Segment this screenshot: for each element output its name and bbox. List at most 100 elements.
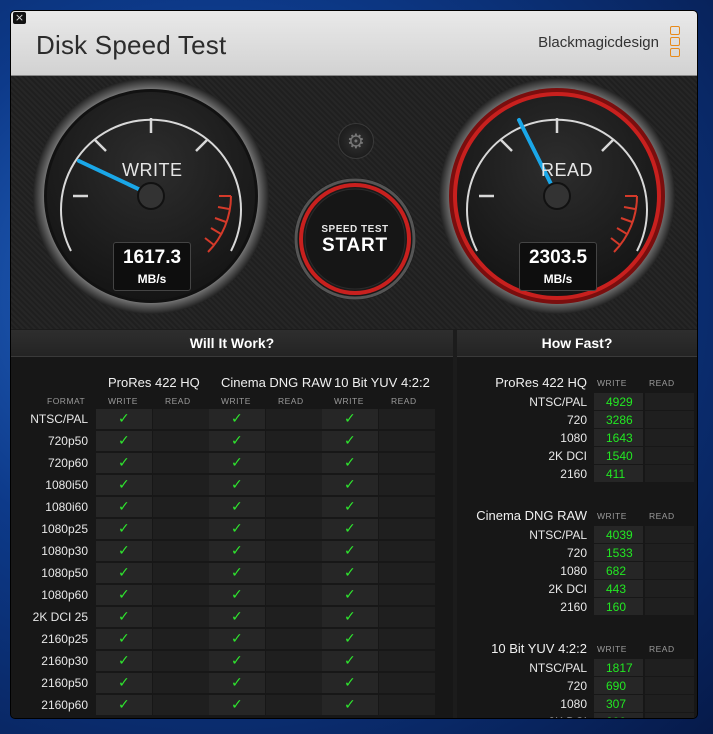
read-cell [379,497,435,517]
check-icon: ✓ [118,499,130,515]
read-cell [266,409,322,429]
format-label: 1080 [560,431,587,445]
check-icon: ✓ [231,521,243,537]
format-label: 1080p50 [41,566,88,580]
format-label: 1080 [560,564,587,578]
format-label: 2K DCI [457,715,587,718]
read-cell [645,411,694,428]
write-col-label: WRITE [221,396,251,406]
read-cell [153,453,209,473]
how-fast-title: How Fast? [457,330,697,357]
check-icon: ✓ [344,411,356,427]
check-icon: ✓ [344,543,356,559]
read-cell [645,393,694,410]
codec-header: Cinema DNG RAW [221,375,332,390]
check-icon: ✓ [118,455,130,471]
format-label: 720 [566,413,587,427]
write-speed-value: 411 [606,467,626,481]
check-icon: ✓ [231,455,243,471]
read-gauge-label: READ [541,160,594,180]
check-icon: ✓ [231,543,243,559]
format-label: NTSC/PAL [529,661,587,675]
gauge-area: WRITE 1617.3 MB/s ⚙ SPEED TEST START REA… [11,76,697,329]
check-icon: ✓ [344,609,356,625]
write-speed-value: 3286 [606,413,633,427]
check-icon: ✓ [118,609,130,625]
title-bar: × Disk Speed Test Blackmagicdesign [11,11,697,76]
close-icon[interactable]: × [13,12,26,24]
group-header: ProRes 422 HQ [495,375,587,390]
check-icon: ✓ [118,433,130,449]
check-icon: ✓ [344,499,356,515]
read-col-label: READ [391,396,417,406]
read-cell [379,673,435,693]
check-icon: ✓ [344,477,356,493]
write-col-label: WRITE [334,396,364,406]
write-col-label: WRITE [597,511,627,521]
app-window: × Disk Speed Test Blackmagicdesign WRITE… [11,11,697,718]
write-col-label: WRITE [108,396,138,406]
write-speed-unit: MB/s [137,272,167,286]
read-readout: 2303.5 MB/s [519,242,597,291]
format-label: 1080i50 [45,478,88,492]
write-speed-value: 443 [606,582,627,596]
read-cell [153,651,209,671]
check-icon: ✓ [231,477,243,493]
start-button-subtitle: SPEED TEST [321,224,389,235]
read-cell [153,475,209,495]
write-speed-value: 1617.3 [122,247,182,268]
read-cell [153,629,209,649]
write-speed-value: 307 [606,697,627,711]
read-cell [645,544,694,561]
read-cell [266,475,322,495]
settings-button[interactable]: ⚙ [338,123,374,159]
read-col-label: READ [165,396,191,406]
read-cell [379,475,435,495]
format-label: 2160p60 [41,698,88,712]
format-label: 2160p25 [41,632,88,646]
check-icon: ✓ [344,433,356,449]
check-icon: ✓ [344,565,356,581]
read-cell [645,465,694,482]
read-cell [153,563,209,583]
format-label: 1080p30 [41,544,88,558]
read-cell [379,607,435,627]
check-icon: ✓ [231,565,243,581]
write-speed-value: 682 [606,564,627,578]
write-speed-value: 4039 [606,528,633,542]
read-cell [379,541,435,561]
check-icon: ✓ [118,543,130,559]
start-button[interactable]: SPEED TEST START [294,178,416,300]
read-cell [153,541,209,561]
read-col-label: READ [278,396,304,406]
read-cell [266,585,322,605]
check-icon: ✓ [231,499,243,515]
format-label: 720 [566,679,587,693]
read-cell [153,607,209,627]
check-icon: ✓ [118,521,130,537]
write-speed-value: 1643 [606,431,633,445]
write-col-label: WRITE [597,644,627,654]
check-icon: ✓ [118,477,130,493]
group-header: Cinema DNG RAW [476,508,587,523]
format-label: 2160 [560,467,587,481]
read-col-label: READ [649,644,675,654]
read-speed-unit: MB/s [543,272,573,286]
check-icon: ✓ [118,587,130,603]
app-title: Disk Speed Test [36,30,227,60]
check-icon: ✓ [118,653,130,669]
codec-header: 10 Bit YUV 4:2:2 [334,375,430,390]
brand-name: Blackmagicdesign [538,34,659,51]
read-speed-value: 2303.5 [528,247,588,268]
write-speed-value: 1533 [606,546,633,560]
write-readout: 1617.3 MB/s [113,242,191,291]
format-label: 2160p50 [41,676,88,690]
check-icon: ✓ [118,675,130,691]
format-label: 2K DCI [548,582,587,596]
read-cell [645,526,694,543]
read-cell [153,431,209,451]
check-icon: ✓ [344,697,356,713]
write-speed-value: 4929 [606,395,633,409]
codec-header: ProRes 422 HQ [108,375,200,390]
check-icon: ✓ [344,521,356,537]
